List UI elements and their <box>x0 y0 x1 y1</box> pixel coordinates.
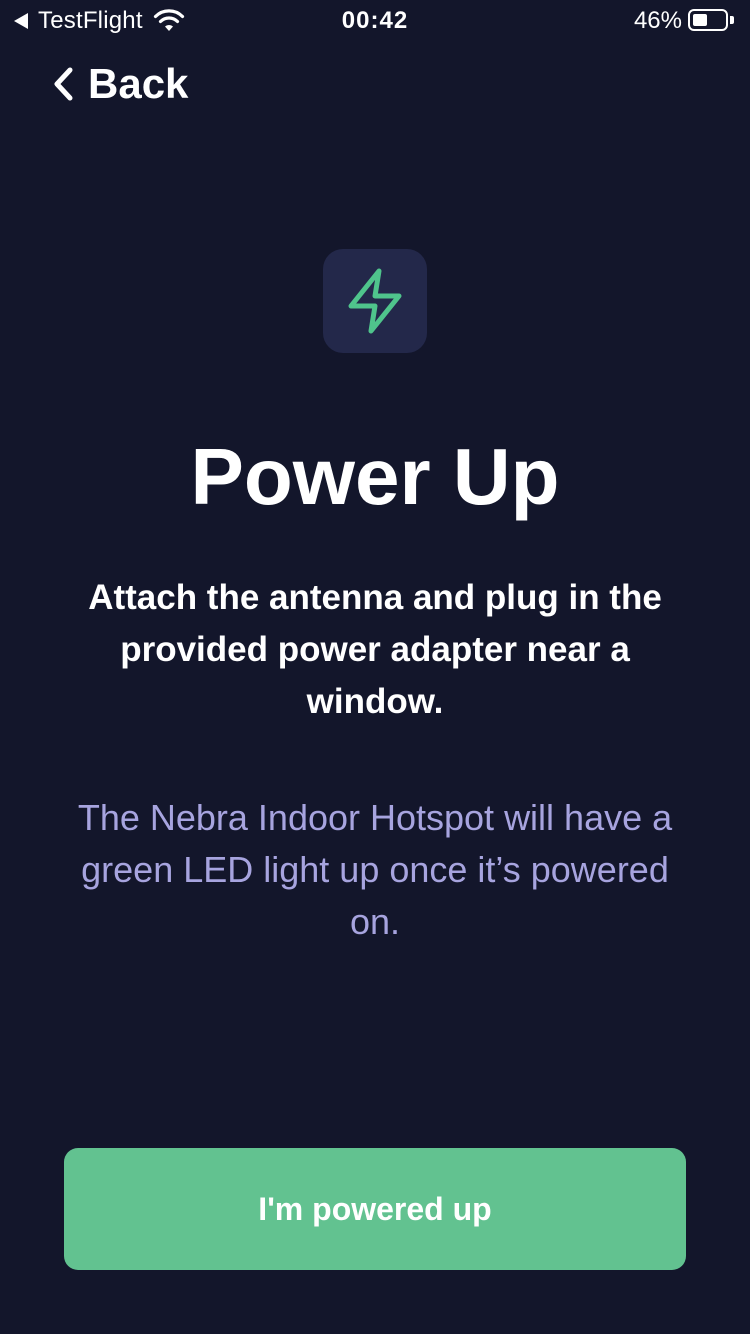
battery-icon <box>688 9 736 33</box>
hero-icon-container <box>323 249 427 353</box>
battery-fill <box>693 14 707 26</box>
lightning-icon <box>348 268 402 334</box>
powered-up-button[interactable]: I'm powered up <box>64 1148 686 1270</box>
battery-body <box>688 9 728 31</box>
chevron-left-icon <box>54 67 73 101</box>
back-button-label: Back <box>88 60 189 107</box>
page-title: Power Up <box>190 432 560 521</box>
page-subtitle: Attach the antenna and plug in the provi… <box>88 578 662 721</box>
back-button[interactable]: Back <box>52 58 188 110</box>
battery-tip <box>730 16 734 24</box>
powered-up-button-label: I'm powered up <box>258 1190 492 1227</box>
battery-percent: 46% <box>633 7 682 34</box>
status-bar: TestFlight 00:42 46% <box>0 0 750 40</box>
page-description: The Nebra Indoor Hotspot will have a gre… <box>77 797 673 942</box>
status-battery-group: 46% <box>634 6 736 36</box>
